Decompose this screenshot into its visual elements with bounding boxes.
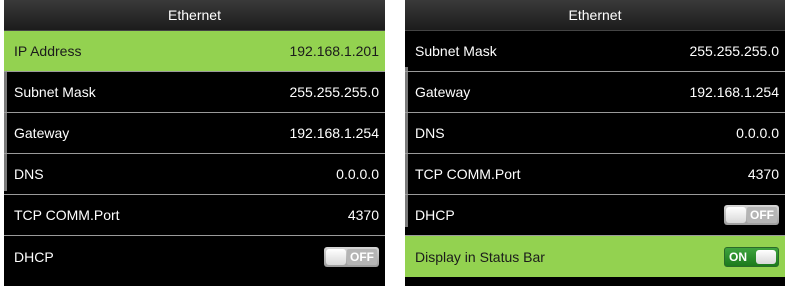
list-item-tcp-comm-port[interactable]: TCP COMM.Port 4370 bbox=[4, 195, 385, 236]
ethernet-screen-right: Ethernet Subnet Mask 255.255.255.0 Gatew… bbox=[405, 0, 785, 286]
item-value: 255.255.255.0 bbox=[289, 84, 379, 100]
dhcp-toggle[interactable]: OFF bbox=[324, 246, 379, 267]
toggle-state: ON bbox=[729, 249, 747, 264]
status-bar-toggle[interactable]: ON bbox=[724, 246, 779, 267]
item-label: Subnet Mask bbox=[14, 84, 96, 100]
settings-list: Subnet Mask 255.255.255.0 Gateway 192.16… bbox=[405, 31, 785, 277]
ethernet-screen-left: Ethernet IP Address 192.168.1.201 Subnet… bbox=[4, 0, 385, 286]
item-label: Gateway bbox=[415, 84, 471, 100]
list-item-gateway[interactable]: Gateway 192.168.1.254 bbox=[4, 113, 385, 154]
item-value: 4370 bbox=[747, 166, 779, 182]
item-label: DNS bbox=[415, 125, 445, 141]
list-item-dns[interactable]: DNS 0.0.0.0 bbox=[4, 154, 385, 195]
item-value: 255.255.255.0 bbox=[689, 43, 779, 59]
item-label: TCP COMM.Port bbox=[14, 207, 120, 223]
toggle-knob bbox=[726, 207, 746, 223]
item-label: TCP COMM.Port bbox=[415, 166, 521, 182]
toggle-state: OFF bbox=[347, 248, 377, 265]
screen-title: Ethernet bbox=[4, 0, 385, 31]
item-label: DHCP bbox=[14, 248, 54, 265]
item-label: DNS bbox=[14, 166, 44, 182]
toggle-knob bbox=[756, 249, 776, 264]
list-item-display-in-status-bar[interactable]: Display in Status Bar ON bbox=[405, 236, 785, 277]
item-value: 192.168.1.254 bbox=[689, 84, 779, 100]
list-item-dhcp[interactable]: DHCP OFF bbox=[405, 195, 785, 236]
settings-list: IP Address 192.168.1.201 Subnet Mask 255… bbox=[4, 31, 385, 277]
list-item-subnet-mask[interactable]: Subnet Mask 255.255.255.0 bbox=[405, 31, 785, 72]
item-value: 0.0.0.0 bbox=[336, 166, 379, 182]
list-item-subnet-mask[interactable]: Subnet Mask 255.255.255.0 bbox=[4, 72, 385, 113]
item-label: DHCP bbox=[415, 207, 455, 223]
list-item-dns[interactable]: DNS 0.0.0.0 bbox=[405, 113, 785, 154]
item-value: 192.168.1.254 bbox=[289, 125, 379, 141]
item-value: 4370 bbox=[347, 207, 379, 223]
item-value: 192.168.1.201 bbox=[289, 43, 379, 59]
item-label: IP Address bbox=[14, 43, 82, 59]
list-item-gateway[interactable]: Gateway 192.168.1.254 bbox=[405, 72, 785, 113]
list-item-ip-address[interactable]: IP Address 192.168.1.201 bbox=[4, 31, 385, 72]
item-label: Display in Status Bar bbox=[415, 248, 545, 265]
toggle-state: OFF bbox=[747, 207, 777, 223]
item-value: 0.0.0.0 bbox=[736, 125, 779, 141]
list-item-tcp-comm-port[interactable]: TCP COMM.Port 4370 bbox=[405, 154, 785, 195]
item-label: Subnet Mask bbox=[415, 43, 497, 59]
list-item-dhcp[interactable]: DHCP OFF bbox=[4, 236, 385, 277]
dhcp-toggle[interactable]: OFF bbox=[724, 205, 779, 225]
toggle-knob bbox=[326, 248, 346, 265]
item-label: Gateway bbox=[14, 125, 70, 141]
screen-title: Ethernet bbox=[405, 0, 785, 31]
